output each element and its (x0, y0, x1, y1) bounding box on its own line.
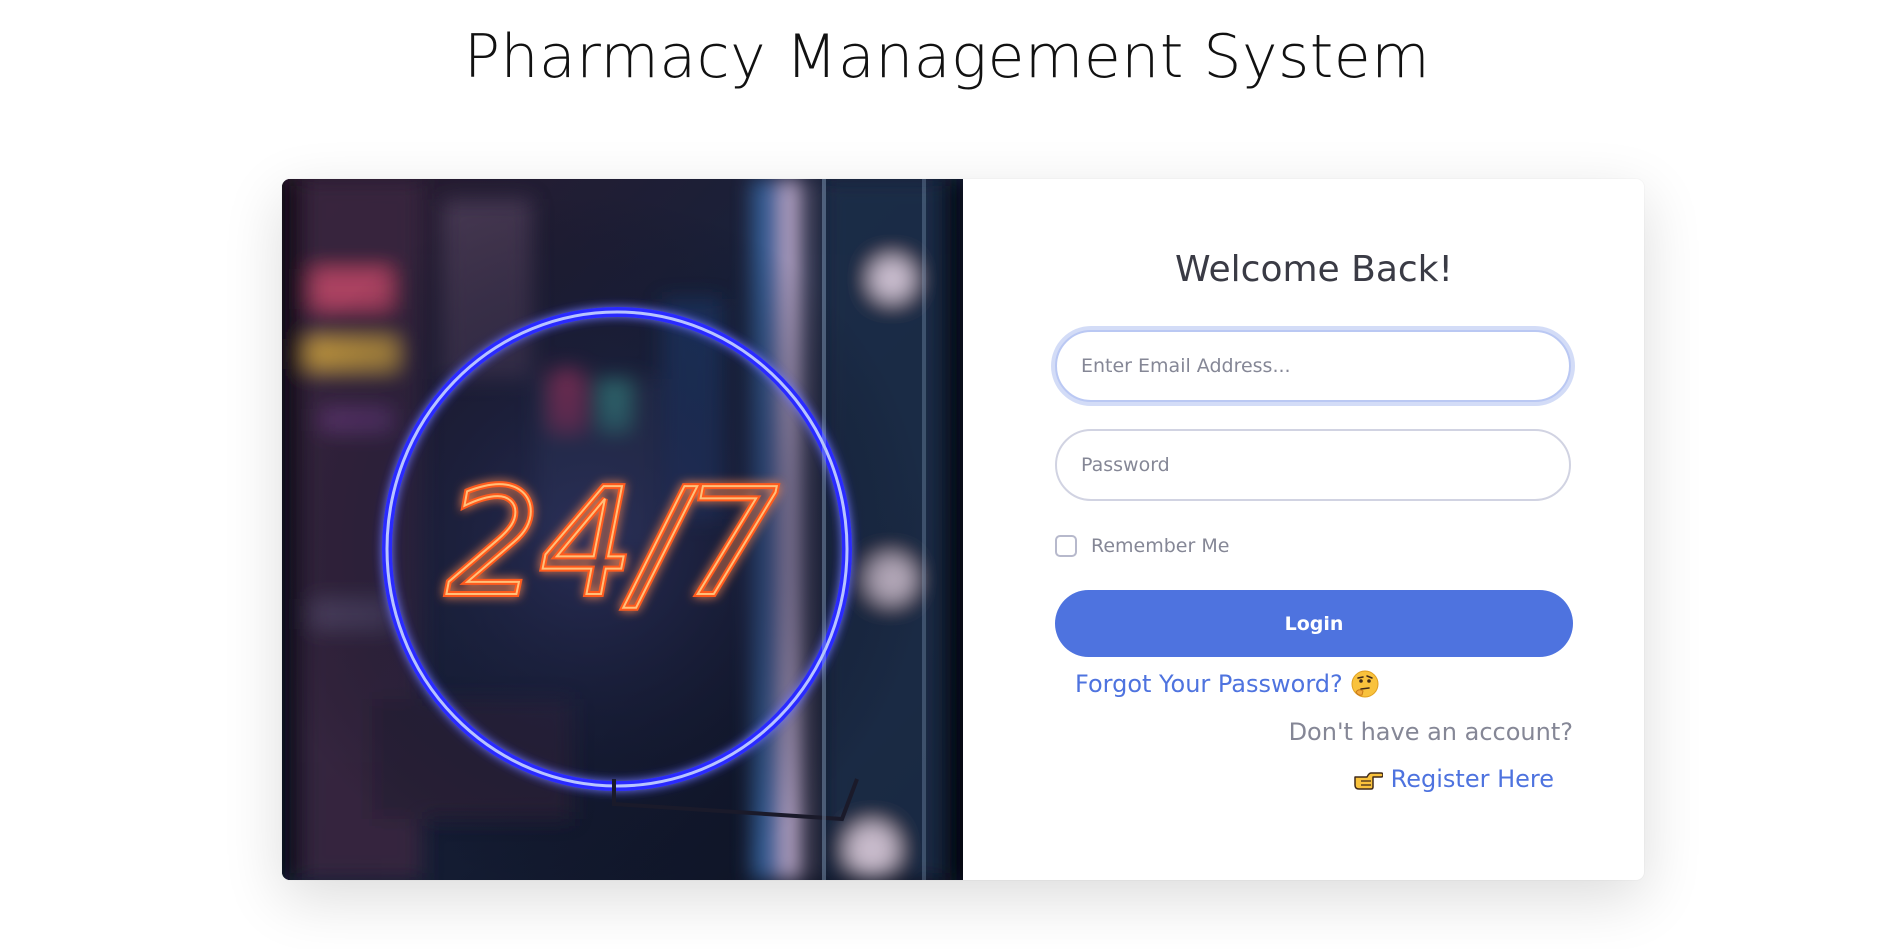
thinking-face-icon (1351, 670, 1379, 698)
register-label: Register Here (1390, 765, 1554, 793)
no-account-text: Don't have an account? (1288, 718, 1573, 746)
password-input[interactable] (1055, 429, 1571, 501)
forgot-password-link[interactable]: Forgot Your Password? (1075, 670, 1379, 698)
svg-text:24/7: 24/7 (446, 457, 778, 629)
login-card: 24/7 24/7 Welcome Back! Remember Me Logi… (282, 179, 1644, 880)
page-title: Pharmacy Management System (463, 22, 1431, 92)
login-form: Welcome Back! Remember Me Login Forgot Y… (963, 179, 1644, 880)
forgot-password-label: Forgot Your Password? (1075, 670, 1343, 698)
neon-sign-photo: 24/7 24/7 (282, 179, 963, 880)
remember-me: Remember Me (1055, 535, 1229, 557)
register-link[interactable]: Register Here (1353, 765, 1554, 793)
remember-me-checkbox[interactable] (1055, 535, 1077, 557)
pointing-hand-icon (1353, 767, 1384, 791)
form-heading: Welcome Back! (1175, 249, 1453, 290)
hero-image: 24/7 24/7 (282, 179, 963, 880)
remember-me-label[interactable]: Remember Me (1091, 535, 1229, 557)
login-button[interactable]: Login (1055, 590, 1573, 657)
email-input[interactable] (1055, 330, 1571, 402)
